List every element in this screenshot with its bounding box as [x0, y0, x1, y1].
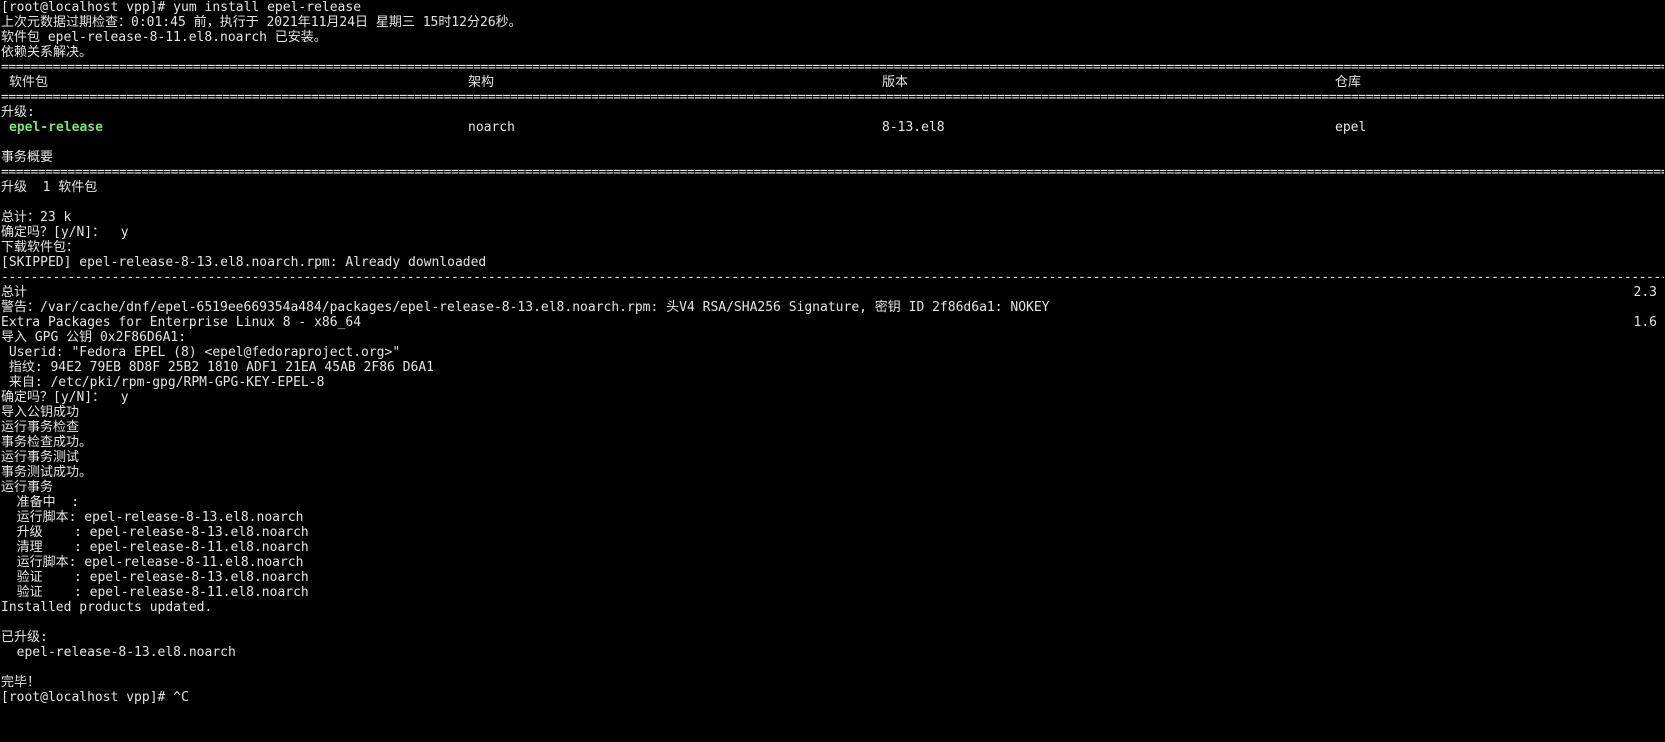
- run-check-line: 运行事务检查: [1, 420, 80, 435]
- summary-heading: 事务概要: [1, 150, 54, 165]
- step-line: 清理 : epel-release-8-11.el8.noarch: [1, 540, 309, 555]
- double-rule: ========================================…: [1, 60, 1664, 75]
- userid-line: Userid: "Fedora EPEL (8) <epel@fedorapro…: [1, 345, 401, 360]
- metadata-check-line: 上次元数据过期检查：0:01:45 前，执行于 2021年11月24日 星期三 …: [1, 15, 522, 30]
- double-rule: ========================================…: [1, 165, 1664, 180]
- upgraded-heading: 已升级:: [1, 630, 48, 645]
- import-gpg-line: 导入 GPG 公钥 0x2F86D6A1:: [1, 330, 187, 345]
- done-line: 完毕！: [1, 675, 41, 690]
- deps-resolved-line: 依赖关系解决。: [1, 45, 93, 60]
- step-line: 准备中 :: [1, 495, 80, 510]
- total-label-line: 总计: [1, 285, 28, 300]
- row-package: epel-release: [9, 120, 103, 135]
- step-line: 验证 : epel-release-8-11.el8.noarch: [1, 585, 309, 600]
- warning-line: 警告：/var/cache/dnf/epel-6519ee669354a484/…: [1, 300, 1050, 315]
- header-repo: 仓库: [1335, 75, 1362, 90]
- row-version: 8-13.el8: [882, 120, 945, 135]
- header-version: 版本: [882, 75, 909, 90]
- double-rule: ========================================…: [1, 90, 1664, 105]
- command-line: [root@localhost vpp]# yum install epel-r…: [1, 0, 362, 15]
- fingerprint-line: 指纹: 94E2 79EB 8D8F 25B2 1810 ADF1 21EA 4…: [1, 360, 434, 375]
- confirm-prompt: 确定吗？[y/N]： y: [1, 390, 129, 405]
- repo-name-line: Extra Packages for Enterprise Linux 8 - …: [1, 315, 362, 330]
- shell-prompt[interactable]: [root@localhost vpp]# ^C: [1, 690, 189, 705]
- upgraded-package: epel-release-8-13.el8.noarch: [1, 645, 236, 660]
- step-line: 运行脚本: epel-release-8-13.el8.noarch: [1, 510, 304, 525]
- products-updated-line: Installed products updated.: [1, 600, 213, 615]
- upgrade-heading: 升级:: [1, 105, 35, 120]
- confirm-prompt: 确定吗？[y/N]： y: [1, 225, 129, 240]
- run-transaction-line: 运行事务: [1, 480, 54, 495]
- step-line: 运行脚本: epel-release-8-11.el8.noarch: [1, 555, 304, 570]
- run-test-line: 运行事务测试: [1, 450, 80, 465]
- header-arch: 架构: [468, 75, 495, 90]
- header-package: 软件包: [9, 75, 49, 90]
- row-repo: epel: [1335, 120, 1367, 135]
- test-ok-line: 事务测试成功。: [1, 465, 93, 480]
- already-installed-line: 软件包 epel-release-8-11.el8.noarch 已安装。: [1, 30, 327, 45]
- repo-rate: 1.6: [1633, 315, 1657, 330]
- skipped-line: [SKIPPED] epel-release-8-13.el8.noarch.r…: [1, 255, 487, 270]
- row-arch: noarch: [468, 120, 515, 135]
- step-line: 升级 : epel-release-8-13.el8.noarch: [1, 525, 309, 540]
- import-ok-line: 导入公钥成功: [1, 405, 80, 420]
- total-rate: 2.3: [1633, 285, 1657, 300]
- downloading-line: 下载软件包：: [1, 240, 80, 255]
- step-line: 验证 : epel-release-8-13.el8.noarch: [1, 570, 309, 585]
- total-size-line: 总计：23 k: [1, 210, 72, 225]
- key-source-line: 来自: /etc/pki/rpm-gpg/RPM-GPG-KEY-EPEL-8: [1, 375, 325, 390]
- dash-rule: ----------------------------------------…: [1, 270, 1664, 285]
- check-ok-line: 事务检查成功。: [1, 435, 93, 450]
- terminal-window[interactable]: [root@localhost vpp]# yum install epel-r…: [0, 0, 1665, 742]
- upgrade-count-line: 升级 1 软件包: [1, 180, 98, 195]
